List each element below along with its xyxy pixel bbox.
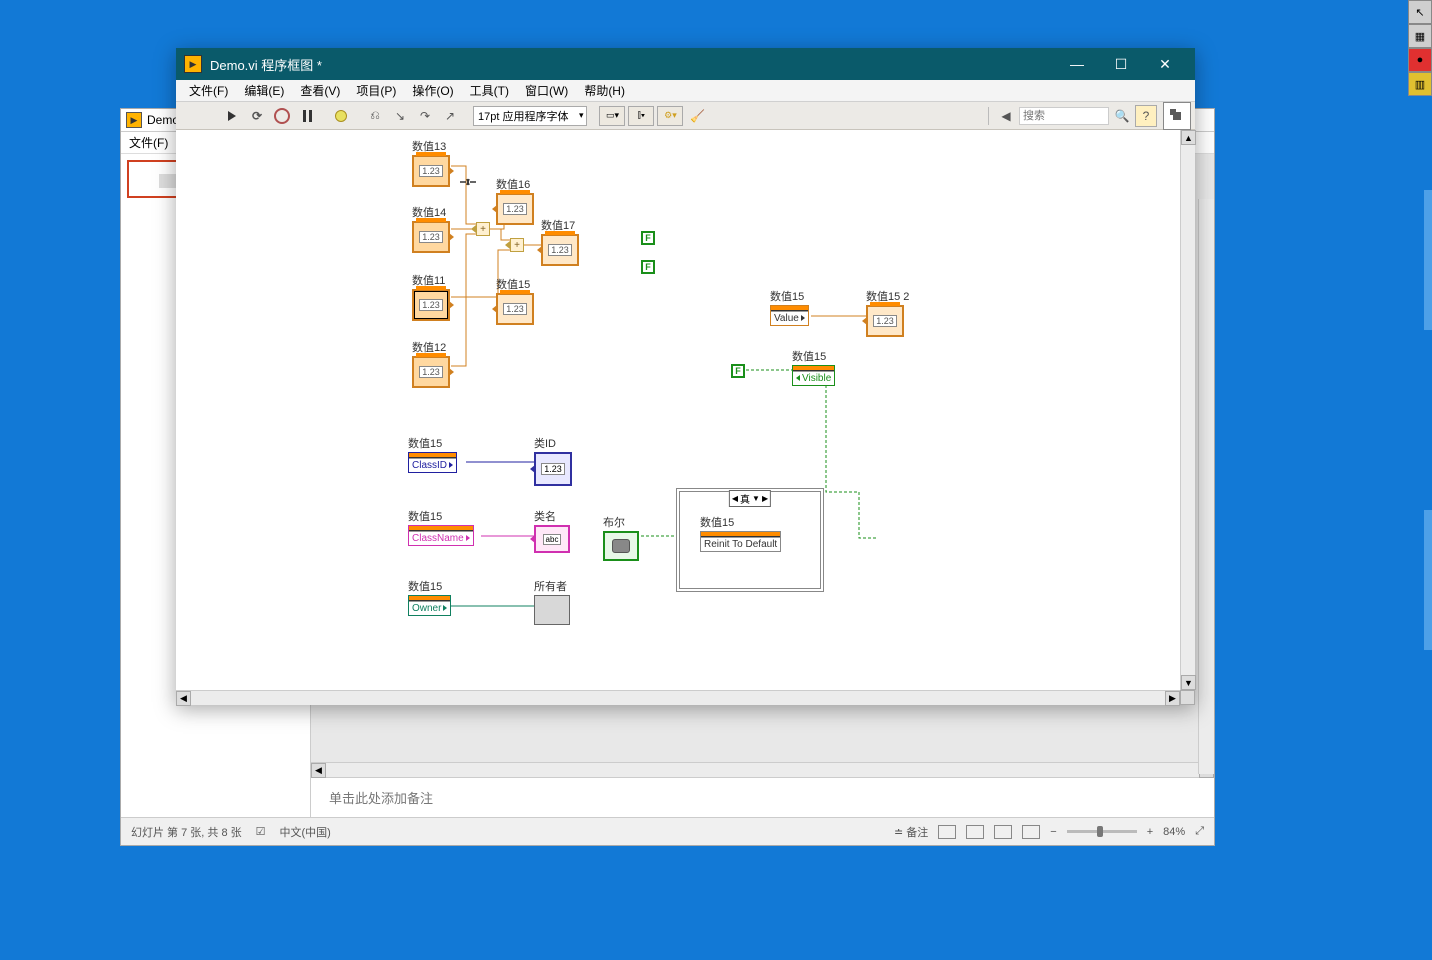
lv-horizontal-scrollbar[interactable]: ◀ ▶ <box>176 690 1180 705</box>
spellcheck-icon[interactable]: ☑ <box>256 825 266 838</box>
lv-menubar: 文件(F) 编辑(E) 查看(V) 项目(P) 操作(O) 工具(T) 窗口(W… <box>176 80 1195 102</box>
fit-window-icon[interactable]: ⤢ <box>1195 825 1204 838</box>
indicator-numeric16[interactable]: 数值16 1.23 <box>496 176 534 225</box>
indicator-classname[interactable]: 类名 abc <box>534 508 570 553</box>
help-button[interactable]: ? <box>1135 105 1157 127</box>
connector-pane-icon[interactable] <box>1163 102 1191 130</box>
labview-icon: ▶ <box>126 112 142 128</box>
indicator-classid[interactable]: 类ID 1.23 <box>534 435 572 486</box>
ppt-lang: 中文(中国) <box>280 824 331 840</box>
control-bool[interactable]: 布尔 <box>603 514 639 561</box>
tool-record[interactable]: ● <box>1408 48 1432 72</box>
ppt-statusbar: 幻灯片 第 7 张, 共 8 张 ☑ 中文(中国) ≐ 备注 − + 84% ⤢ <box>121 817 1214 845</box>
indicator-numeric15[interactable]: 数值15 1.23 <box>496 276 534 325</box>
control-numeric14[interactable]: 数值14 1.23 <box>412 204 450 253</box>
distribute-dropdown[interactable]: ⫿▾ <box>628 106 654 126</box>
ppt-notes-placeholder: 单击此处添加备注 <box>329 791 433 806</box>
indicator-numeric15-2[interactable]: 数值15 2 1.23 <box>866 288 909 337</box>
menu-help[interactable]: 帮助(H) <box>577 80 632 101</box>
property-node-value[interactable]: 数值15 Value <box>770 288 809 326</box>
add-node[interactable]: + <box>476 222 490 236</box>
bool-constant[interactable]: F <box>641 231 655 245</box>
step-into-button[interactable]: ↘ <box>389 105 411 127</box>
add-node[interactable]: + <box>510 238 524 252</box>
view-sorter-icon[interactable] <box>966 825 984 839</box>
abort-button[interactable] <box>271 105 293 127</box>
ppt-hscroll[interactable]: ◀ ▶ <box>311 762 1214 777</box>
menu-file[interactable]: 文件(F) <box>182 80 235 101</box>
desktop-accent <box>1424 510 1432 650</box>
run-button[interactable] <box>221 105 243 127</box>
view-slideshow-icon[interactable] <box>1022 825 1040 839</box>
property-node-classname[interactable]: 数值15 ClassName <box>408 508 474 546</box>
maximize-button[interactable]: ☐ <box>1099 49 1143 79</box>
tool-cursor[interactable]: ↖ <box>1408 0 1432 24</box>
menu-view[interactable]: 查看(V) <box>293 80 347 101</box>
ppt-notes[interactable]: 单击此处添加备注 <box>311 777 1214 817</box>
property-node-visible[interactable]: 数值15 Visible <box>792 348 835 386</box>
zoom-slider[interactable] <box>1067 830 1137 833</box>
zoom-in-icon[interactable]: + <box>1147 826 1153 838</box>
bool-constant[interactable]: F <box>731 364 745 378</box>
cursor-wiring-icon <box>458 172 478 192</box>
scroll-left-icon[interactable]: ◀ <box>311 763 326 778</box>
case-structure[interactable]: ◀真▼▶ 数值15 Reinit To Default <box>676 488 824 592</box>
property-node-classid[interactable]: 数值15 ClassID <box>408 435 457 473</box>
step-out-button[interactable]: ↗ <box>439 105 461 127</box>
lv-title: Demo.vi 程序框图 * <box>210 55 322 74</box>
search-input[interactable] <box>1019 107 1109 125</box>
align-dropdown[interactable]: ▭▾ <box>599 106 625 126</box>
search-icon[interactable]: 🔍 <box>1111 105 1133 127</box>
pause-button[interactable] <box>296 105 318 127</box>
scroll-up-icon[interactable]: ▲ <box>1181 130 1196 145</box>
run-continuous-button[interactable]: ⟳ <box>246 105 268 127</box>
font-select[interactable]: 17pt 应用程序字体 <box>473 106 587 126</box>
zoom-out-icon[interactable]: − <box>1050 826 1056 838</box>
invoke-node-reinit[interactable]: 数值15 Reinit To Default <box>700 514 781 552</box>
scroll-corner <box>1180 690 1195 705</box>
highlight-exec-button[interactable] <box>330 105 352 127</box>
bool-constant[interactable]: F <box>641 260 655 274</box>
lv-toolbar: ⟳ ⎌ ↘ ↷ ↗ 17pt 应用程序字体 ▭▾ ⫿▾ ⚙▾ 🧹 ◀ 🔍 ? <box>176 102 1195 130</box>
control-numeric13[interactable]: 数值13 1.23 <box>412 138 450 187</box>
view-normal-icon[interactable] <box>938 825 956 839</box>
labview-window: ▶ Demo.vi 程序框图 * — ☐ ✕ 文件(F) 编辑(E) 查看(V)… <box>176 48 1195 705</box>
step-over-button[interactable]: ↷ <box>414 105 436 127</box>
search-prev-button[interactable]: ◀ <box>995 105 1017 127</box>
control-numeric12[interactable]: 数值12 1.23 <box>412 339 450 388</box>
tools-palette: ↖ ▦ ● ▥ <box>1408 0 1432 96</box>
scroll-right-icon[interactable]: ▶ <box>1165 691 1180 706</box>
menu-operate[interactable]: 操作(O) <box>405 80 460 101</box>
block-diagram-canvas[interactable]: 数值13 1.23 数值14 1.23 数值11 1.23 数值12 1.23 … <box>176 130 1180 690</box>
retain-wire-button[interactable]: ⎌ <box>364 105 386 127</box>
ppt-vscroll[interactable] <box>1198 199 1214 774</box>
lv-titlebar[interactable]: ▶ Demo.vi 程序框图 * — ☐ ✕ <box>176 48 1195 80</box>
menu-edit[interactable]: 编辑(E) <box>237 80 291 101</box>
tool-probe[interactable]: ▥ <box>1408 72 1432 96</box>
menu-tools[interactable]: 工具(T) <box>463 80 516 101</box>
cleanup-button[interactable]: 🧹 <box>686 105 708 127</box>
menu-window[interactable]: 窗口(W) <box>518 80 575 101</box>
view-reading-icon[interactable] <box>994 825 1012 839</box>
reorder-dropdown[interactable]: ⚙▾ <box>657 106 683 126</box>
labview-icon: ▶ <box>184 55 202 73</box>
minimize-button[interactable]: — <box>1055 49 1099 79</box>
scroll-left-icon[interactable]: ◀ <box>176 691 191 706</box>
ppt-notes-btn[interactable]: ≐ 备注 <box>894 824 928 840</box>
case-selector[interactable]: ◀真▼▶ <box>729 490 771 507</box>
indicator-owner[interactable]: 所有者 <box>534 578 570 625</box>
property-node-owner[interactable]: 数值15 Owner <box>408 578 451 616</box>
ppt-menu-file[interactable]: 文件(F) <box>129 134 168 151</box>
tool-operate[interactable]: ▦ <box>1408 24 1432 48</box>
close-button[interactable]: ✕ <box>1143 49 1187 79</box>
zoom-pct[interactable]: 84% <box>1163 826 1185 838</box>
ppt-slide-count: 幻灯片 第 7 张, 共 8 张 <box>131 824 242 840</box>
menu-project[interactable]: 项目(P) <box>349 80 403 101</box>
desktop-accent <box>1424 190 1432 330</box>
scroll-down-icon[interactable]: ▼ <box>1181 675 1196 690</box>
control-numeric11[interactable]: 数值11 1.23 <box>412 272 450 321</box>
indicator-numeric17[interactable]: 数值17 1.23 <box>541 217 579 266</box>
lv-vertical-scrollbar[interactable]: ▲ ▼ <box>1180 130 1195 690</box>
